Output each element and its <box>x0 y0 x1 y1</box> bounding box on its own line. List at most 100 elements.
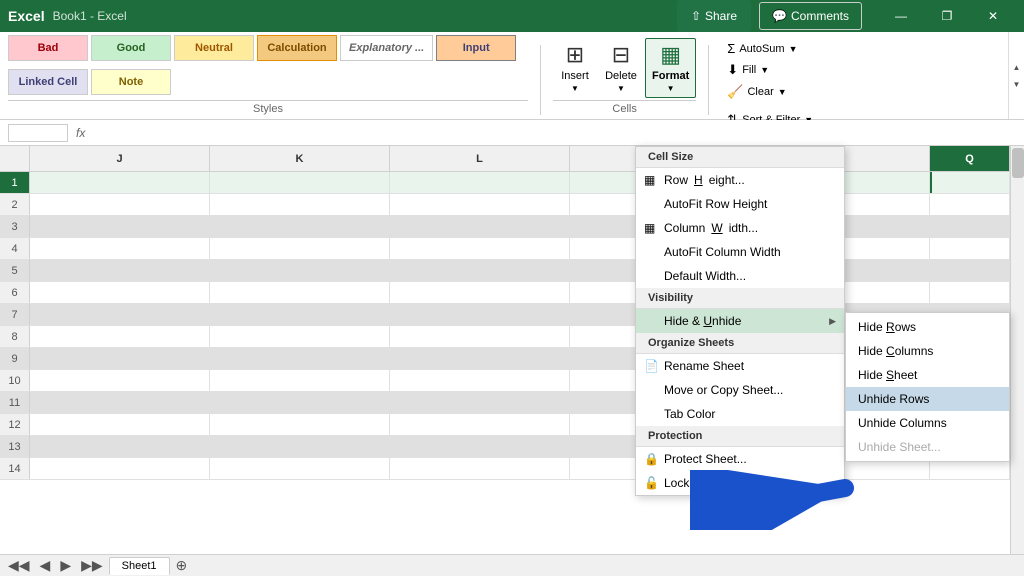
col-header-k[interactable]: K <box>210 146 390 171</box>
insert-arrow: ▼ <box>571 84 579 93</box>
styles-section: Bad Good Neutral Calculation Explanatory… <box>8 35 528 115</box>
row-height-item[interactable]: ▦ Row Height... <box>636 168 844 192</box>
col-header-l[interactable]: L <box>390 146 570 171</box>
table-row: 4 <box>0 238 1024 260</box>
col-header-q[interactable]: Q <box>930 146 1010 171</box>
hide-columns-item[interactable]: Hide Columns <box>846 339 1009 363</box>
format-icon: ▦ <box>660 42 681 68</box>
insert-icon: ⊞ <box>566 42 584 68</box>
formula-input[interactable] <box>93 126 1016 140</box>
styles-grid: Bad Good Neutral Calculation Explanatory… <box>8 35 528 100</box>
sheet-nav-next[interactable]: ▶ <box>56 557 75 574</box>
style-input[interactable]: Input <box>436 35 516 61</box>
unhide-columns-item[interactable]: Unhide Columns <box>846 411 1009 435</box>
row-num-7: 7 <box>0 304 30 325</box>
default-width-item[interactable]: Default Width... <box>636 264 844 288</box>
style-bad[interactable]: Bad <box>8 35 88 61</box>
minimize-button[interactable]: — <box>878 0 924 32</box>
unhide-columns-label: Unhide Columns <box>858 416 947 430</box>
autosum-button[interactable]: Σ AutoSum ▼ <box>721 39 803 58</box>
clear-icon: 🧹 <box>727 84 743 100</box>
cells-buttons: ⊞ Insert ▼ ⊟ Delete ▼ ▦ Format ▼ <box>553 35 696 100</box>
col-width-item[interactable]: ▦ Column Width... <box>636 216 844 240</box>
hide-rows-item[interactable]: Hide Rows <box>846 315 1009 339</box>
tab-color-item[interactable]: Tab Color <box>636 402 844 426</box>
style-note[interactable]: Note <box>91 69 171 95</box>
rename-sheet-item[interactable]: 📄 Rename Sheet <box>636 354 844 378</box>
cell-j1[interactable] <box>30 172 210 193</box>
rename-sheet-icon: 📄 <box>644 359 659 373</box>
col-header-j[interactable]: J <box>30 146 210 171</box>
tab-color-label: Tab Color <box>664 407 715 421</box>
style-neutral[interactable]: Neutral <box>174 35 254 61</box>
move-copy-item[interactable]: Move or Copy Sheet... <box>636 378 844 402</box>
sheet-nav-first[interactable]: ◀◀ <box>4 557 34 574</box>
organize-sheets-header: Organize Sheets <box>636 333 844 354</box>
sheet-nav-prev[interactable]: ◀ <box>36 557 55 574</box>
sheet-nav-last[interactable]: ▶▶ <box>77 557 107 574</box>
share-button[interactable]: ⇧ Share <box>677 0 751 32</box>
format-label: Format <box>652 70 689 82</box>
cell-k1[interactable] <box>210 172 390 193</box>
row-num-14: 14 <box>0 458 30 479</box>
restore-button[interactable]: ❐ <box>924 0 970 32</box>
style-linked[interactable]: Linked Cell <box>8 69 88 95</box>
share-icon: ⇧ <box>691 9 701 23</box>
delete-button[interactable]: ⊟ Delete ▼ <box>599 38 643 98</box>
row-num-1: 1 <box>0 172 30 193</box>
ribbon-separator-1 <box>540 45 541 115</box>
scroll-thumb[interactable] <box>1012 148 1024 178</box>
hide-unhide-submenu: Hide Rows Hide Columns Hide Sheet Unhide… <box>845 312 1010 462</box>
lock-icon: 🔓 <box>644 476 659 490</box>
autofit-row-item[interactable]: AutoFit Row Height <box>636 192 844 216</box>
sheet-tab-1[interactable]: Sheet1 <box>109 557 170 575</box>
format-button[interactable]: ▦ Format ▼ <box>645 38 696 98</box>
autofit-col-item[interactable]: AutoFit Column Width <box>636 240 844 264</box>
style-explanatory[interactable]: Explanatory ... <box>340 35 433 61</box>
insert-button[interactable]: ⊞ Insert ▼ <box>553 38 597 98</box>
row-num-12: 12 <box>0 414 30 435</box>
row-num-13: 13 <box>0 436 30 457</box>
expand-down-icon: ▼ <box>1013 80 1021 89</box>
ribbon: Bad Good Neutral Calculation Explanatory… <box>0 32 1024 120</box>
expand-up-icon: ▲ <box>1013 63 1021 72</box>
styles-label: Styles <box>8 100 528 115</box>
style-calculation[interactable]: Calculation <box>257 35 337 61</box>
format-arrow: ▼ <box>667 84 675 93</box>
table-row: 1 <box>0 172 1024 194</box>
clear-button[interactable]: 🧹 Clear ▼ <box>721 82 792 102</box>
hide-unhide-item[interactable]: Hide & Unhide <box>636 309 844 333</box>
row-num-3: 3 <box>0 216 30 237</box>
ribbon-expand[interactable]: ▲ ▼ <box>1008 32 1024 119</box>
add-sheet-button[interactable]: ⊕ <box>176 557 188 574</box>
cell-j2[interactable] <box>30 194 210 215</box>
close-button[interactable]: ✕ <box>970 0 1016 32</box>
name-box[interactable] <box>8 124 68 142</box>
comments-button[interactable]: 💬 Comments <box>759 2 862 30</box>
protection-header: Protection <box>636 426 844 447</box>
cells-section: ⊞ Insert ▼ ⊟ Delete ▼ ▦ Format ▼ Cells <box>553 35 696 115</box>
hide-rows-label: Hide Rows <box>858 320 916 334</box>
style-good[interactable]: Good <box>91 35 171 61</box>
table-row: 3 <box>0 216 1024 238</box>
protect-sheet-item[interactable]: 🔒 Protect Sheet... <box>636 447 844 471</box>
visibility-header: Visibility <box>636 288 844 309</box>
unhide-rows-item[interactable]: Unhide Rows <box>846 387 1009 411</box>
hide-columns-label: Hide Columns <box>858 344 933 358</box>
vertical-scrollbar[interactable] <box>1010 146 1024 554</box>
autosum-icon: Σ <box>727 41 735 56</box>
unhide-sheet-label: Unhide Sheet... <box>858 440 941 454</box>
format-dropdown-menu: Cell Size ▦ Row Height... AutoFit Row He… <box>635 146 845 496</box>
row-header-spacer <box>0 146 30 171</box>
cell-l1[interactable] <box>390 172 570 193</box>
table-row: 6 <box>0 282 1024 304</box>
row-num-9: 9 <box>0 348 30 369</box>
hide-sheet-item[interactable]: Hide Sheet <box>846 363 1009 387</box>
cell-q1[interactable] <box>930 172 1010 193</box>
row-num-11: 11 <box>0 392 30 413</box>
autofit-row-label: AutoFit Row Height <box>664 197 767 211</box>
lock-cell-item[interactable]: 🔓 Lock Cell <box>636 471 844 495</box>
fill-icon: ⬇ <box>727 62 738 78</box>
unhide-sheet-item[interactable]: Unhide Sheet... <box>846 435 1009 459</box>
fill-button[interactable]: ⬇ Fill ▼ <box>721 60 775 80</box>
